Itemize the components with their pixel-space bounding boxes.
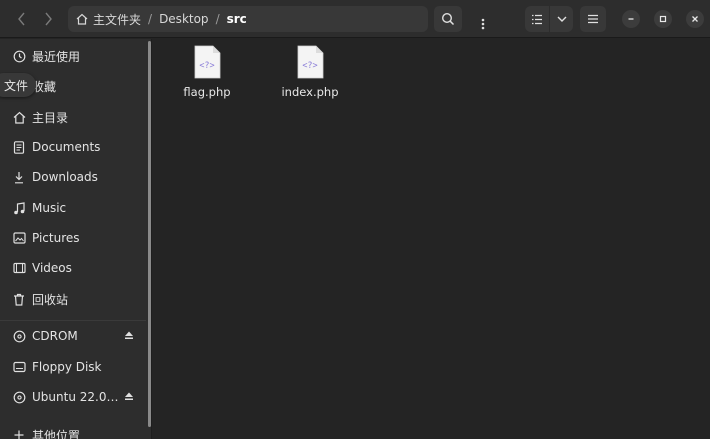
chevron-down-icon: [557, 16, 566, 22]
tooltip: 文件: [0, 73, 37, 97]
path-separator: /: [148, 12, 153, 26]
maximize-button[interactable]: [654, 10, 672, 28]
sidebar-item-label: Videos: [32, 261, 72, 275]
disc-icon: [12, 329, 26, 343]
path-bar[interactable]: 主文件夹 / Desktop / src: [68, 6, 484, 35]
chevron-left-icon: [18, 12, 25, 26]
sidebar-item-trash[interactable]: 回收站: [0, 285, 146, 313]
drive-icon: [12, 360, 26, 374]
list-view-button[interactable]: [525, 6, 549, 32]
sidebar-item-label: Pictures: [32, 231, 80, 245]
plus-icon: [12, 428, 26, 439]
close-icon: [692, 16, 698, 22]
php-file-icon: <?>: [194, 45, 221, 79]
home-icon: [76, 13, 88, 25]
close-button[interactable]: [686, 10, 704, 28]
video-icon: [12, 261, 26, 275]
file-item[interactable]: <?> index.php: [262, 45, 358, 99]
php-glyph: <?>: [199, 61, 214, 71]
sidebar-item-label: 最近使用: [32, 49, 81, 64]
disc-icon: [12, 390, 26, 404]
eject-icon[interactable]: [124, 329, 134, 343]
main-menu-button[interactable]: [580, 6, 606, 32]
sidebar-divider: [0, 320, 146, 321]
chevron-right-icon: [45, 12, 52, 26]
sidebar-item-label: 回收站: [32, 292, 69, 307]
home-icon: [12, 110, 26, 124]
sidebar-item-label: Ubuntu 22.0…: [32, 390, 119, 404]
file-item[interactable]: <?> flag.php: [159, 45, 255, 99]
file-name: index.php: [281, 85, 339, 99]
download-icon: [12, 170, 26, 184]
sidebar-item-other-locations[interactable]: 其他位置: [0, 421, 146, 439]
clock-icon: [12, 49, 26, 63]
php-glyph: <?>: [302, 61, 317, 71]
back-button[interactable]: [10, 7, 34, 31]
sidebar-item-label: Floppy Disk: [32, 360, 102, 374]
path-segment-current[interactable]: src: [227, 12, 247, 26]
search-button[interactable]: [434, 6, 462, 32]
path-segment-desktop[interactable]: Desktop: [159, 12, 209, 26]
sidebar-item-cdrom[interactable]: CDROM: [0, 322, 146, 350]
sidebar-scrollbar[interactable]: [148, 41, 151, 427]
eject-icon[interactable]: [124, 390, 134, 404]
view-options-button[interactable]: [549, 6, 573, 32]
sidebar-item-pictures[interactable]: Pictures: [0, 224, 146, 252]
document-icon: [12, 140, 26, 154]
sidebar-item-music[interactable]: Music: [0, 194, 146, 222]
maximize-icon: [659, 15, 667, 23]
path-menu-button[interactable]: [471, 13, 493, 35]
php-file-icon: <?>: [297, 45, 324, 79]
minimize-icon: [628, 18, 634, 20]
forward-button[interactable]: [36, 7, 60, 31]
sidebar-item-label: Music: [32, 201, 67, 215]
sidebar: 最近使用 收藏 主目录 Documents Downloads Music Pi…: [0, 39, 152, 439]
picture-icon: [12, 231, 26, 245]
vertical-dots-icon: [481, 18, 484, 30]
sidebar-item-label: Downloads: [32, 170, 98, 184]
sidebar-item-documents[interactable]: Documents: [0, 133, 146, 161]
sidebar-item-label: Documents: [32, 140, 101, 154]
path-separator: /: [215, 12, 220, 26]
minimize-button[interactable]: [622, 10, 640, 28]
file-name: flag.php: [183, 85, 231, 99]
file-view[interactable]: <?> flag.php <?> index.php: [153, 39, 710, 439]
sidebar-item-downloads[interactable]: Downloads: [0, 163, 146, 191]
header-bar: 主文件夹 / Desktop / src: [0, 0, 710, 38]
view-toggle-group: [525, 6, 573, 32]
sidebar-item-recent[interactable]: 最近使用: [0, 42, 146, 70]
sidebar-item-label: 主目录: [32, 110, 69, 125]
sidebar-item-floppy[interactable]: Floppy Disk: [0, 353, 146, 381]
music-icon: [12, 201, 26, 215]
sidebar-item-ubuntu[interactable]: Ubuntu 22.0…: [0, 383, 146, 411]
sidebar-item-label: CDROM: [32, 329, 78, 343]
hamburger-icon: [588, 14, 598, 24]
search-icon: [441, 12, 455, 26]
list-view-icon: [532, 14, 542, 24]
sidebar-item-videos[interactable]: Videos: [0, 254, 146, 282]
trash-icon: [12, 292, 26, 306]
path-segment-home[interactable]: 主文件夹: [93, 11, 141, 28]
sidebar-item-label: 其他位置: [32, 428, 81, 439]
sidebar-item-home[interactable]: 主目录: [0, 103, 146, 131]
